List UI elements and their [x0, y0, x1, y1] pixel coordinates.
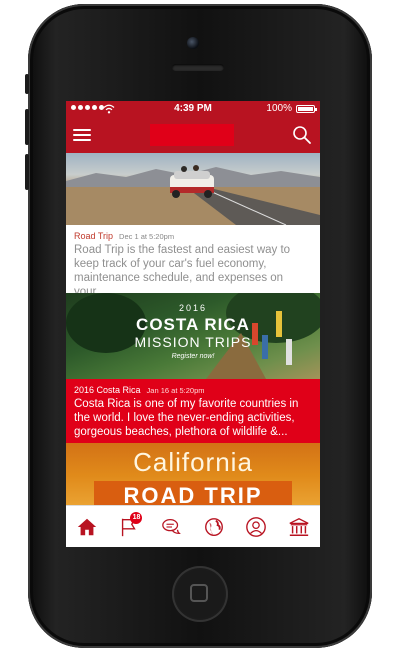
tab-messages[interactable]	[157, 512, 187, 542]
home-button	[172, 566, 228, 622]
tab-notifications[interactable]: 18	[114, 512, 144, 542]
volume-down-button	[25, 154, 29, 190]
promo-title: California	[133, 447, 253, 477]
volume-up-button	[25, 109, 29, 145]
profile-icon	[246, 517, 267, 537]
post-date: Dec 1 at 5:20pm	[119, 232, 175, 241]
front-camera	[187, 37, 199, 49]
post-feed[interactable]: Road Trip Dec 1 at 5:20pm Road Trip is th…	[66, 153, 320, 505]
post-date: Jan 16 at 5:20pm	[146, 386, 205, 395]
globe-icon	[205, 518, 224, 536]
promo-year: 2016	[178, 303, 208, 313]
register-link[interactable]: Register now!	[66, 353, 320, 360]
post-category[interactable]: Road Trip	[74, 231, 113, 241]
earpiece-speaker	[172, 64, 224, 71]
post-card[interactable]: 2016 COSTA RICA MISSION TRIPS Register n…	[66, 293, 320, 443]
mute-switch	[25, 74, 29, 94]
top-nav-bar	[66, 117, 320, 153]
chat-bubbles-icon	[162, 519, 181, 535]
post-image	[66, 153, 320, 225]
post-card[interactable]: Road Trip Dec 1 at 5:20pm Road Trip is th…	[66, 153, 320, 298]
app-screen: 4:39 PM 100% Road Trip Dec 1 at 5:20pm R…	[66, 101, 320, 547]
tab-profile[interactable]	[241, 512, 271, 542]
tab-explore[interactable]	[199, 512, 229, 542]
post-meta: 2016 Costa Rica Jan 16 at 5:20pm	[66, 379, 320, 395]
tab-institutions[interactable]	[284, 512, 314, 542]
search-icon[interactable]	[292, 125, 312, 145]
promo-subtitle: MISSION TRIPS	[134, 334, 252, 350]
status-bar: 4:39 PM 100%	[66, 101, 320, 117]
post-excerpt: Costa Rica is one of my favorite countri…	[74, 398, 299, 438]
post-image: 2016 COSTA RICA MISSION TRIPS Register n…	[66, 293, 320, 379]
post-category[interactable]: 2016 Costa Rica	[74, 385, 141, 395]
promo-title: COSTA RICA	[136, 315, 250, 334]
notification-badge: 18	[130, 512, 143, 524]
battery-icon	[296, 105, 317, 113]
post-card[interactable]: California ROAD TRIP	[66, 443, 320, 505]
hamburger-icon[interactable]	[73, 126, 91, 144]
battery-percent: 100%	[266, 103, 292, 114]
tab-home[interactable]	[72, 512, 102, 542]
nav-title	[150, 124, 234, 146]
post-meta: Road Trip Dec 1 at 5:20pm	[66, 225, 320, 241]
bottom-tab-bar: 18	[66, 505, 320, 547]
museum-icon	[289, 518, 309, 536]
home-icon	[77, 518, 97, 536]
promo-subtitle: ROAD TRIP	[94, 481, 292, 505]
